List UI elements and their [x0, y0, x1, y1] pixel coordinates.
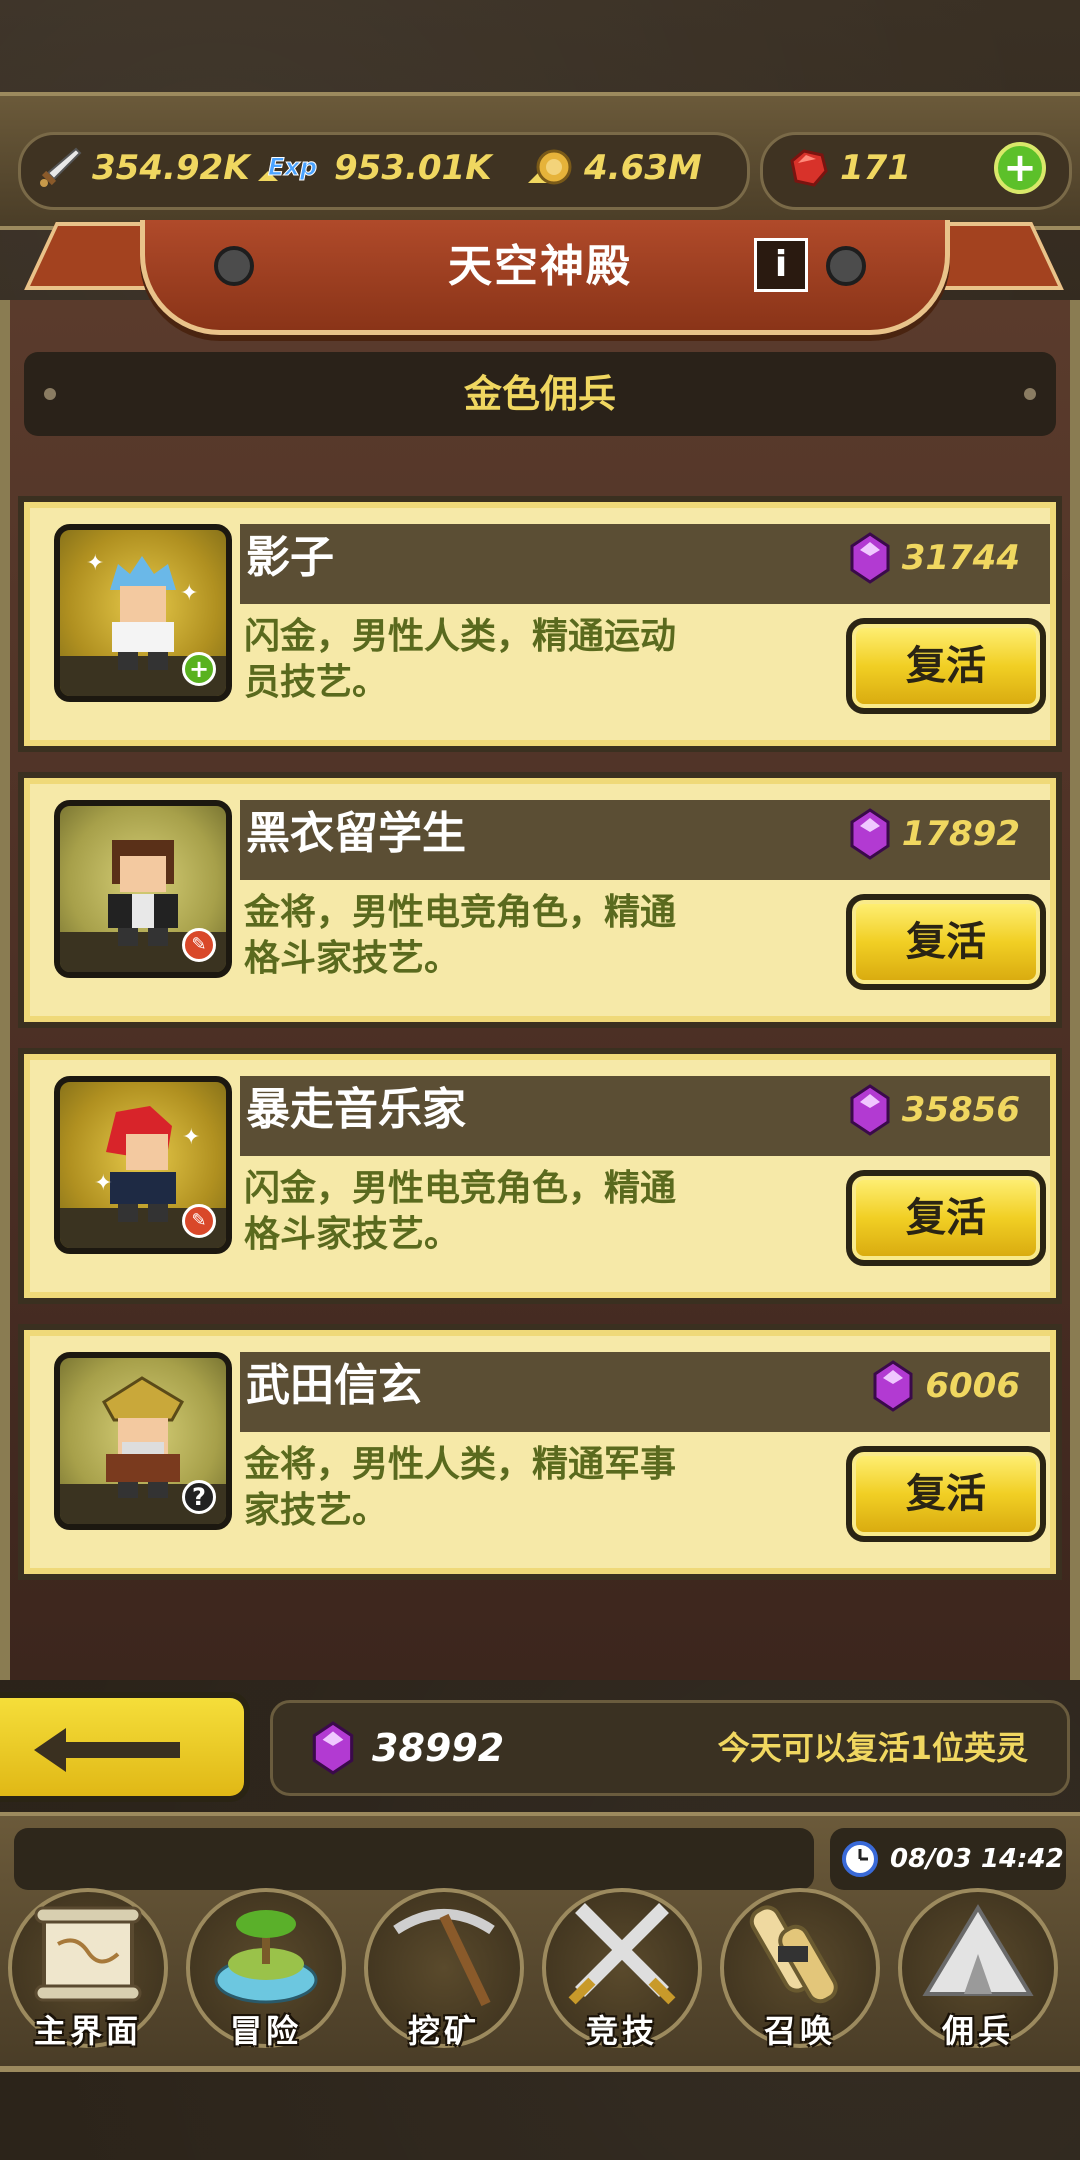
- exp-icon: Exp: [258, 153, 318, 182]
- svg-text:✦: ✦: [86, 551, 104, 576]
- sword-icon: [40, 147, 82, 187]
- exp-value: 953.01K: [334, 148, 492, 188]
- crossed-swords-icon: [568, 1903, 676, 2005]
- gem-icon: [873, 1360, 913, 1412]
- hero-description: 闪金，男性人类，精通运动 员技艺。: [244, 614, 784, 706]
- island-icon: [214, 1910, 318, 2004]
- hero-description-line: 金将，男性电竞角色，精通: [244, 892, 677, 933]
- nav-summon[interactable]: 召唤: [714, 1880, 886, 2056]
- clock-value: 08/03 14:42: [890, 1844, 1064, 1874]
- fire-badge-icon: ✎: [182, 1204, 216, 1238]
- help-badge-icon: ?: [182, 1480, 216, 1514]
- hero-cost: 31744: [848, 518, 1020, 598]
- revive-button[interactable]: 复活: [846, 1446, 1046, 1542]
- attack-resource: 354.92K: [36, 132, 250, 204]
- rivet-left: [214, 246, 254, 286]
- hero-cost: 17892: [848, 794, 1020, 874]
- nav-main[interactable]: 主界面: [2, 1880, 174, 2056]
- hero-cost-value: 31744: [901, 538, 1020, 578]
- gold-coin-icon: [528, 149, 572, 185]
- nav-adventure-label: 冒险: [229, 2012, 302, 2050]
- hero-description-line: 格斗家技艺。: [244, 1214, 461, 1255]
- hero-cost-value: 35856: [901, 1090, 1020, 1130]
- hero-description: 金将，男性电竞角色，精通 格斗家技艺。: [244, 890, 784, 982]
- clock-icon: [842, 1841, 878, 1877]
- svg-text:Exp: Exp: [268, 153, 317, 181]
- revive-button[interactable]: 复活: [846, 618, 1046, 714]
- nav-arena[interactable]: 竞技: [536, 1880, 708, 2056]
- nav-main-label: 主界面: [33, 2012, 142, 2050]
- gem-icon: [312, 1721, 354, 1775]
- add-ruby-button[interactable]: +: [994, 142, 1046, 194]
- upgrade-badge: +: [182, 652, 216, 686]
- hero-cost: 35856: [848, 1070, 1020, 1150]
- hero-portrait[interactable]: ✦ ✦ ✎: [54, 1076, 232, 1254]
- hero-description-line: 金将，男性人类，精通军事: [244, 1444, 677, 1485]
- hero-description-line: 格斗家技艺。: [244, 938, 461, 979]
- hero-description-line: 员技艺。: [244, 662, 389, 703]
- section-title: 金色佣兵: [463, 372, 616, 416]
- nav-mining[interactable]: 挖矿: [358, 1880, 530, 2056]
- ruby-icon: [790, 149, 828, 187]
- pickaxe-icon: [393, 1909, 495, 2007]
- nav-mercenary[interactable]: 佣兵: [892, 1880, 1064, 2056]
- hero-cost: 6006: [871, 1346, 1020, 1426]
- summon-scroll-icon: [749, 1905, 838, 2004]
- nav-adventure[interactable]: 冒险: [180, 1880, 352, 2056]
- gem-icon: [850, 532, 890, 584]
- nav-arena-label: 竞技: [585, 2012, 658, 2050]
- back-button[interactable]: [0, 1692, 250, 1802]
- svg-text:✦: ✦: [94, 1171, 112, 1196]
- gold-value: 4.63M: [584, 148, 702, 188]
- attack-value: 354.92K: [92, 148, 250, 188]
- svg-text:✦: ✦: [180, 581, 198, 606]
- hero-portrait[interactable]: ✎: [54, 800, 232, 978]
- hero-cost-value: 17892: [901, 814, 1020, 854]
- revive-button[interactable]: 复活: [846, 1170, 1046, 1266]
- hero-name: 暴走音乐家: [246, 1084, 466, 1135]
- tent-icon: [922, 1904, 1034, 1996]
- hero-description-line: 家技艺。: [244, 1490, 389, 1531]
- gold-resource: 4.63M: [524, 132, 702, 204]
- info-button[interactable]: i: [754, 238, 808, 292]
- hero-description-line: 闪金，男性人类，精通运动: [244, 616, 677, 657]
- total-gems: 38992: [310, 1700, 504, 1796]
- plus-icon: +: [1003, 145, 1037, 191]
- hero-name: 黑衣留学生: [246, 808, 466, 859]
- scroll-map-icon: [34, 1906, 142, 2002]
- ruby-resource: 171: [784, 132, 911, 204]
- hero-portrait[interactable]: ✦ ✦ +: [54, 524, 232, 702]
- rivet-right: [826, 246, 866, 286]
- hero-description: 闪金，男性电竞角色，精通 格斗家技艺。: [244, 1166, 784, 1258]
- gem-icon: [850, 808, 890, 860]
- daily-revive-note: 今天可以复活1位英灵: [717, 1729, 1028, 1767]
- revive-button[interactable]: 复活: [846, 894, 1046, 990]
- ruby-value: 171: [840, 148, 911, 188]
- hero-portrait[interactable]: ?: [54, 1352, 232, 1530]
- nav-summon-label: 召唤: [763, 2012, 836, 2050]
- total-gems-value: 38992: [372, 1726, 505, 1770]
- exp-resource: Exp 953.01K: [254, 132, 492, 204]
- hero-description: 金将，男性人类，精通军事 家技艺。: [244, 1442, 784, 1534]
- page-title: 天空神殿: [448, 241, 632, 292]
- hero-cost-value: 6006: [925, 1366, 1020, 1406]
- nav-mining-label: 挖矿: [407, 2012, 480, 2050]
- svg-text:✦: ✦: [182, 1125, 200, 1150]
- arrow-left-icon: [34, 1728, 180, 1772]
- hero-name: 武田信玄: [246, 1360, 422, 1411]
- hero-name: 影子: [246, 532, 334, 583]
- hero-description-line: 闪金，男性电竞角色，精通: [244, 1168, 677, 1209]
- fire-badge-icon: ✎: [182, 928, 216, 962]
- nav-mercenary-label: 佣兵: [941, 2012, 1014, 2050]
- gem-icon: [850, 1084, 890, 1136]
